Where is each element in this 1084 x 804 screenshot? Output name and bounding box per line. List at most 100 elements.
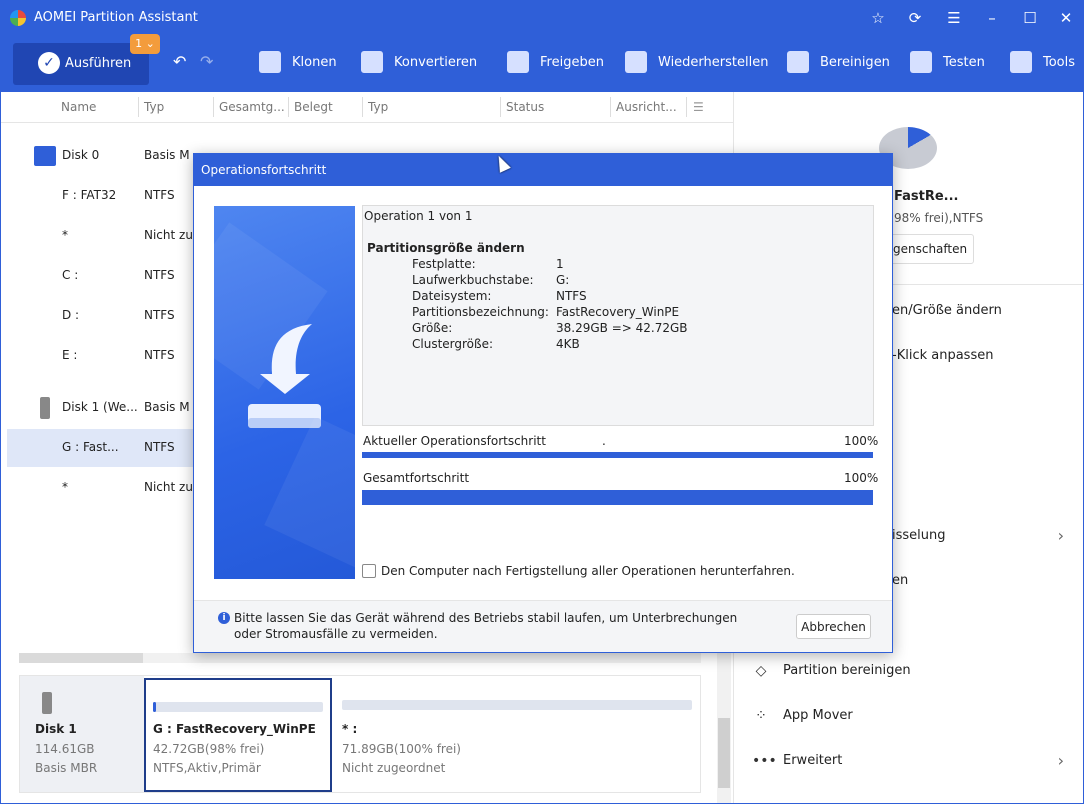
table-row[interactable]: E : NTFS	[7, 337, 197, 375]
progress-dialog: Operationsfortschritt Operation 1 von 1 …	[193, 153, 893, 653]
shutdown-label[interactable]: Den Computer nach Fertigstellung aller O…	[381, 564, 795, 578]
info-text-line1: Bitte lassen Sie das Gerät während des B…	[234, 611, 738, 625]
table-row[interactable]: * Nicht zu	[7, 217, 197, 255]
shutdown-checkbox[interactable]	[362, 564, 376, 578]
wipe-icon	[787, 51, 809, 73]
more-dots-icon: •••	[752, 753, 777, 769]
check-icon: ✓	[38, 52, 60, 74]
maximize-button[interactable]: ☐	[1019, 7, 1041, 29]
current-progress-fill	[362, 452, 873, 458]
convert-icon	[361, 51, 383, 73]
row-name: F : FAT32	[62, 188, 117, 202]
total-progress-label: Gesamtfortschritt	[363, 471, 470, 485]
redo-icon[interactable]: ↷	[200, 52, 213, 71]
table-row[interactable]: C : NTFS	[7, 257, 197, 295]
usb-drive-icon	[40, 397, 50, 419]
vertical-scrollbar[interactable]	[717, 653, 731, 803]
hdd-icon	[34, 146, 56, 166]
pending-count: 1	[135, 37, 143, 50]
row-type: NTFS	[144, 308, 175, 322]
detail-value: G:	[556, 273, 570, 287]
row-name: *	[62, 480, 68, 494]
table-row[interactable]: * Nicht zu	[7, 469, 197, 507]
current-progress-label: Aktueller Operationsfortschritt	[363, 434, 546, 448]
operation-name: Partitionsgröße ändern	[367, 241, 525, 255]
toolbar: ✓ Ausführen 1 ⌄ ↶ ↷ Klonen Konvertieren …	[1, 34, 1083, 92]
disk-map-partition-unallocated[interactable]: * : 71.89GB(100% frei) Nicht zugeordnet	[334, 678, 700, 792]
row-type: NTFS	[144, 440, 175, 454]
eraser-icon: ◇	[755, 663, 767, 679]
menu-app-mover[interactable]: ⁘ App Mover	[752, 704, 1082, 728]
disk-map-disk-type: Basis MBR	[35, 761, 98, 775]
detail-key: Größe:	[412, 321, 453, 335]
refresh-icon[interactable]: ⟳	[904, 7, 926, 29]
col-alignment[interactable]: Ausricht...	[616, 100, 677, 114]
chevron-right-icon: ›	[1057, 526, 1064, 545]
title-bar: AOMEI Partition Assistant ☆ ⟳ ☰ – ☐ ✕	[1, 1, 1083, 35]
toolbar-tools-label: Tools	[1043, 55, 1076, 70]
close-button[interactable]: ✕	[1055, 7, 1077, 29]
row-type: Nicht zu	[144, 480, 193, 494]
column-header: Name Typ Gesamtg... Belegt Typ Status Au…	[1, 92, 733, 123]
total-progress-fill	[362, 490, 873, 505]
col-status[interactable]: Status	[506, 100, 544, 114]
info-icon: i	[218, 612, 230, 624]
current-progress-dot: .	[602, 434, 606, 448]
toolbar-convert-label: Konvertieren	[394, 55, 478, 70]
col-name[interactable]: Name	[61, 100, 96, 114]
star-icon[interactable]: ☆	[867, 7, 889, 29]
detail-value: 4KB	[556, 337, 580, 351]
info-text-line2: oder Stromausfälle zu vermeiden.	[234, 627, 438, 641]
partition-size: 42.72GB(98% frei)	[153, 742, 265, 756]
detail-value: FastRecovery_WinPE	[556, 305, 680, 319]
table-row-disk0[interactable]: Disk 0 Basis M	[7, 137, 197, 175]
row-name: *	[62, 228, 68, 242]
minimize-button[interactable]: –	[981, 7, 1003, 29]
detail-key: Dateisystem:	[412, 289, 492, 303]
menu-wipe-partition[interactable]: ◇ Partition bereinigen	[752, 659, 1082, 683]
disk-map-disk[interactable]: Disk 1 114.61GB Basis MBR	[20, 676, 144, 792]
menu-label: en/Größe ändern	[892, 303, 1002, 318]
disk-map-disk-size: 114.61GB	[35, 742, 95, 756]
chevron-right-icon: ›	[1057, 751, 1064, 770]
apply-label: Ausführen	[65, 56, 132, 71]
partition-info: NTFS,Aktiv,Primär	[153, 761, 261, 775]
col-fs-type[interactable]: Typ	[368, 100, 388, 114]
disk-map: Disk 1 114.61GB Basis MBR G : FastRecove…	[19, 675, 701, 793]
detail-value: 38.29GB => 42.72GB	[556, 321, 688, 335]
partition-name: G : FastRecovery_WinPE	[153, 722, 316, 736]
operation-details: Operation 1 von 1 Partitionsgröße ändern…	[362, 205, 874, 426]
menu-label: Partition bereinigen	[783, 663, 911, 678]
table-row[interactable]: D : NTFS	[7, 297, 197, 335]
menu-advanced[interactable]: ••• Erweitert ›	[752, 749, 1082, 773]
undo-icon[interactable]: ↶	[173, 52, 186, 71]
usb-drive-icon	[42, 692, 52, 714]
partition-info: Nicht zugeordnet	[342, 761, 446, 775]
toolbar-test-label: Testen	[943, 55, 985, 70]
cancel-button[interactable]: Abbrechen	[796, 614, 871, 639]
col-used[interactable]: Belegt	[294, 100, 333, 114]
dialog-title-bar: Operationsfortschritt	[194, 154, 892, 186]
test-icon	[910, 51, 932, 73]
row-type: Nicht zu	[144, 228, 193, 242]
table-row-selected[interactable]: G : Fast... NTFS	[7, 429, 197, 467]
horizontal-scrollbar[interactable]	[19, 653, 701, 663]
col-capacity[interactable]: Gesamtg...	[219, 100, 285, 114]
table-row[interactable]: F : FAT32 NTFS	[7, 177, 197, 215]
table-row-disk1[interactable]: Disk 1 (We... Basis M	[7, 389, 197, 427]
app-window: AOMEI Partition Assistant ☆ ⟳ ☰ – ☐ ✕ ✓ …	[0, 0, 1084, 804]
col-type[interactable]: Typ	[144, 100, 164, 114]
current-progress-bar	[362, 452, 873, 458]
pending-operations-badge[interactable]: 1 ⌄	[130, 34, 160, 54]
apply-button[interactable]: ✓ Ausführen	[13, 43, 149, 85]
row-type: Basis M	[144, 148, 190, 162]
detail-key: Partitionsbezeichnung:	[412, 305, 549, 319]
column-settings-icon[interactable]: ☰	[693, 100, 704, 114]
row-type: NTFS	[144, 188, 175, 202]
row-type: Basis M	[144, 400, 190, 414]
menu-label: -Klick anpassen	[892, 348, 994, 363]
row-name: Disk 1 (We...	[62, 400, 138, 414]
menu-icon[interactable]: ☰	[943, 7, 965, 29]
app-grid-icon: ⁘	[755, 708, 767, 724]
disk-map-partition-g[interactable]: G : FastRecovery_WinPE 42.72GB(98% frei)…	[144, 678, 332, 792]
